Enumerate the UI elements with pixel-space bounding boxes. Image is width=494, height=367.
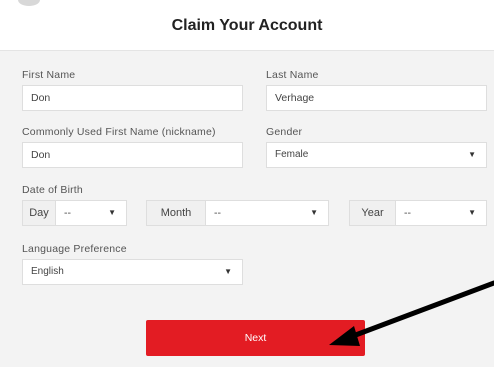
claim-account-panel: Claim Your Account First Name Don Last N… — [0, 0, 494, 367]
annotation-arrow-icon — [329, 280, 494, 346]
